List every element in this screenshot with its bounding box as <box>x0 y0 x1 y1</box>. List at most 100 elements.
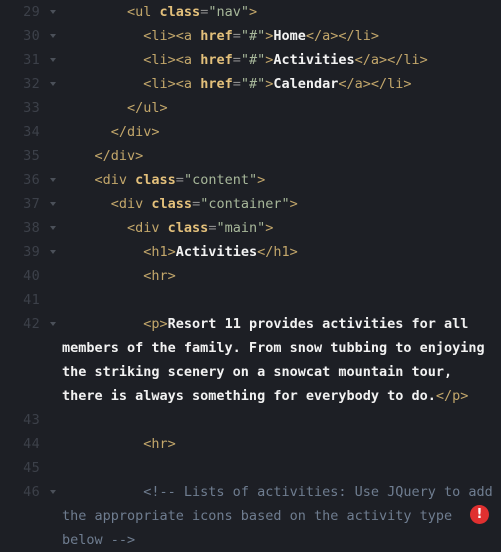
line-gutter[interactable]: 43 <box>0 408 62 432</box>
line-gutter[interactable]: 33 <box>0 96 62 120</box>
code-editor[interactable]: 29 <ul class="nav"> 30 <li><a href="#">Ho… <box>0 0 501 552</box>
error-indicator-badge[interactable]: ! <box>470 505 489 524</box>
token-txt: Calendar <box>273 76 339 92</box>
token-tag: <li><a <box>62 52 201 68</box>
token-tag: <li><a <box>62 76 201 92</box>
line-content[interactable]: <li><a href="#">Home</a></li> <box>62 24 501 48</box>
line-number: 31 <box>23 52 40 68</box>
line-gutter[interactable]: 42 <box>0 312 62 336</box>
line-gutter[interactable]: 32 <box>0 72 62 96</box>
line-content[interactable]: </div> <box>62 120 501 144</box>
line-gutter[interactable]: 36 <box>0 168 62 192</box>
code-line[interactable]: 44 <hr> <box>0 432 501 456</box>
line-content[interactable]: <hr> <box>62 432 501 456</box>
token-eq: = <box>232 52 241 68</box>
line-gutter[interactable]: 40 <box>0 264 62 288</box>
code-line[interactable]: 43 <box>0 408 501 432</box>
line-content[interactable]: <li><a href="#">Calendar</a></li> <box>62 72 501 96</box>
code-line[interactable]: 32 <li><a href="#">Calendar</a></li> <box>0 72 501 96</box>
code-line[interactable]: 37 <div class="container"> <box>0 192 501 216</box>
line-gutter[interactable]: 30 <box>0 24 62 48</box>
line-number: 44 <box>23 436 40 452</box>
token-str: "nav" <box>208 4 249 20</box>
line-content[interactable]: <p>Resort 11 provides activities for all… <box>62 312 501 408</box>
line-gutter[interactable]: 46 <box>0 480 62 504</box>
line-gutter[interactable]: 38 <box>0 216 62 240</box>
code-lines-container[interactable]: 29 <ul class="nav"> 30 <li><a href="#">Ho… <box>0 0 501 552</box>
code-line[interactable]: 36 <div class="content"> <box>0 168 501 192</box>
code-line[interactable]: 30 <li><a href="#">Home</a></li> <box>0 24 501 48</box>
line-content[interactable]: <li><a href="#">Activities</a></li> <box>62 48 501 72</box>
fold-arrow-icon[interactable] <box>50 82 56 86</box>
fold-arrow-icon[interactable] <box>50 10 56 14</box>
line-content[interactable]: </div> <box>62 144 501 168</box>
fold-arrow-icon[interactable] <box>50 490 56 494</box>
fold-arrow-icon[interactable] <box>50 178 56 182</box>
token-tag: <div <box>62 220 168 236</box>
line-content[interactable]: <div class="main"> <box>62 216 501 240</box>
token-attr: class <box>151 196 193 212</box>
line-content[interactable]: <ul class="nav"> <box>62 0 501 24</box>
code-line[interactable]: 45 <box>0 456 501 480</box>
token-tag: </div> <box>62 148 144 164</box>
token-attr: href <box>200 76 233 92</box>
token-attr: href <box>200 28 233 44</box>
code-line[interactable]: 41 <box>0 288 501 312</box>
token-tag: > <box>289 196 298 212</box>
code-line[interactable]: 42 <p>Resort 11 provides activities for … <box>0 312 501 408</box>
line-number: 42 <box>23 316 40 332</box>
line-number: 43 <box>23 412 40 428</box>
line-content[interactable]: <h1>Activities</h1> <box>62 240 501 264</box>
line-content[interactable]: </ul> <box>62 96 501 120</box>
token-tag: <li><a <box>62 28 201 44</box>
token-tag: <div <box>62 172 136 188</box>
code-line[interactable]: 31 <li><a href="#">Activities</a></li> <box>0 48 501 72</box>
line-gutter[interactable]: 29 <box>0 0 62 24</box>
token-attr: href <box>200 52 233 68</box>
line-content[interactable]: <div class="container"> <box>62 192 501 216</box>
code-line[interactable]: 39 <h1>Activities</h1> <box>0 240 501 264</box>
token-attr: class <box>159 4 201 20</box>
token-eq: = <box>175 172 184 188</box>
line-number: 34 <box>23 124 40 140</box>
line-gutter[interactable]: 31 <box>0 48 62 72</box>
line-gutter[interactable]: 39 <box>0 240 62 264</box>
token-eq: = <box>232 76 241 92</box>
token-str: "#" <box>240 52 266 68</box>
line-gutter[interactable]: 44 <box>0 432 62 456</box>
fold-arrow-icon[interactable] <box>50 250 56 254</box>
code-line[interactable]: 29 <ul class="nav"> <box>0 0 501 24</box>
token-tag: > <box>257 172 266 188</box>
code-line[interactable]: 33 </ul> <box>0 96 501 120</box>
fold-arrow-icon[interactable] <box>50 322 56 326</box>
line-number: 39 <box>23 244 40 260</box>
token-tag: </ul> <box>62 100 168 116</box>
code-line[interactable]: 34 </div> <box>0 120 501 144</box>
line-gutter[interactable]: 45 <box>0 456 62 480</box>
fold-arrow-icon[interactable] <box>50 58 56 62</box>
line-gutter[interactable]: 34 <box>0 120 62 144</box>
token-str: "#" <box>240 76 266 92</box>
token-tag: <hr> <box>62 268 176 284</box>
code-line[interactable]: 46 <!-- Lists of activities: Use JQuery … <box>0 480 501 552</box>
line-content[interactable]: <hr> <box>62 264 501 288</box>
fold-arrow-icon[interactable] <box>50 34 56 38</box>
token-attr: class <box>135 172 176 188</box>
line-content[interactable]: <!-- Lists of activities: Use JQuery to … <box>62 480 501 552</box>
code-line[interactable]: 38 <div class="main"> <box>0 216 501 240</box>
fold-arrow-icon[interactable] <box>50 226 56 230</box>
line-gutter[interactable]: 35 <box>0 144 62 168</box>
token-tag: <hr> <box>62 436 176 452</box>
code-line[interactable]: 35 </div> <box>0 144 501 168</box>
token-txt: Activities <box>273 52 355 68</box>
token-tag: > <box>248 4 258 20</box>
token-comment: <!-- Lists of activities: Use JQuery to … <box>62 484 501 548</box>
token-txt: Activities <box>175 244 258 260</box>
line-gutter[interactable]: 37 <box>0 192 62 216</box>
line-gutter[interactable]: 41 <box>0 288 62 312</box>
fold-arrow-icon[interactable] <box>50 202 56 206</box>
token-tag: </a></li> <box>354 52 428 68</box>
line-content[interactable]: <div class="content"> <box>62 168 501 192</box>
line-number: 32 <box>23 76 40 92</box>
code-line[interactable]: 40 <hr> <box>0 264 501 288</box>
